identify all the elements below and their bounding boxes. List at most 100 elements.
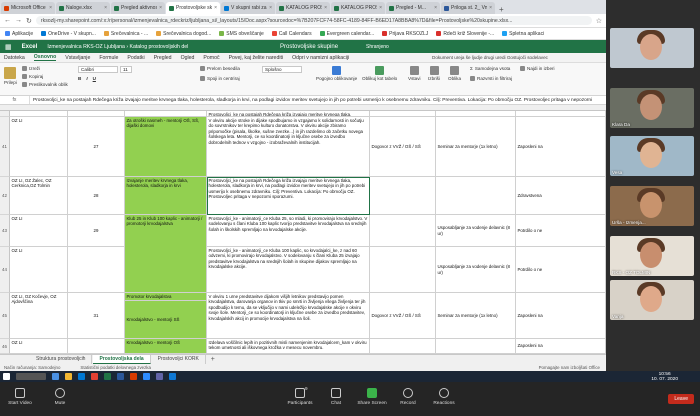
bookmark-item[interactable]: Call Calendars: [271, 31, 312, 37]
close-tab-icon[interactable]: ×: [159, 5, 162, 11]
cell-dogovor[interactable]: Dogovor z VVŽ / OŠ / SŠ: [370, 293, 436, 339]
sheet-tab[interactable]: Struktura prostovoljcih: [30, 355, 93, 364]
ribbon-tab[interactable]: Podatki: [127, 55, 144, 61]
autosum-button[interactable]: Σ Samodejna vsota: [470, 66, 510, 71]
app-launcher-icon[interactable]: ▦: [5, 43, 12, 51]
cell-seminar[interactable]: Usposabljanje za vodenje delavnic (8 ur): [436, 215, 516, 247]
format-table-button[interactable]: Oblikuj kot tabelo: [362, 66, 397, 81]
cell-num[interactable]: 29: [68, 215, 125, 247]
cell-num[interactable]: 27: [68, 117, 125, 177]
close-tab-icon[interactable]: ×: [434, 5, 437, 11]
breadcrumb[interactable]: Izmenjevalnica RKS-OZ Ljubljana › Katalo…: [47, 44, 188, 50]
reload-icon[interactable]: ↻: [26, 17, 32, 25]
sheet-tab[interactable]: Prostovoljci KORK: [152, 355, 206, 364]
cell-zaposleni[interactable]: Zdravstvena: [516, 177, 606, 215]
close-tab-icon[interactable]: ×: [214, 5, 217, 11]
cell-desc[interactable]: Prostovoljci_ke - animatorji_ce Kluba 25…: [207, 215, 370, 247]
share-screen-button[interactable]: Share Screen: [352, 388, 392, 406]
paste-button[interactable]: Prilepi: [4, 67, 17, 85]
cell-seminar[interactable]: [436, 177, 516, 215]
delete-button[interactable]: Izbriši: [428, 66, 440, 81]
row-header[interactable]: 45: [0, 293, 10, 339]
bookmark-item[interactable]: Evergreen calendar...: [319, 31, 374, 37]
row-header[interactable]: 46: [0, 339, 10, 354]
cell-title[interactable]: Krvodajalstvo - mentorji OŠ: [125, 339, 207, 354]
cell-seminar[interactable]: Seminar za mentorje (1x letno): [436, 117, 516, 177]
cell-title[interactable]: Krvodajalstvo - mentorji SŠ: [125, 301, 207, 339]
browser-tab[interactable]: KATALOG PROSTI×: [276, 2, 330, 14]
sheet-tab[interactable]: Prostovoljska dela: [93, 355, 151, 364]
back-icon[interactable]: ←: [4, 17, 11, 24]
browser-tab[interactable]: Naloge.xlsx ×: [56, 2, 110, 14]
cell-dogovor[interactable]: [370, 247, 436, 293]
cell-org[interactable]: OZ LI: [10, 215, 68, 247]
formula-input[interactable]: Prostovoljci_ke na postajah Rdečega križ…: [30, 98, 592, 103]
close-tab-icon[interactable]: ×: [49, 5, 52, 11]
file-explorer-icon[interactable]: [65, 373, 72, 380]
format-painter-button[interactable]: Preslikovalnik oblik: [22, 82, 68, 87]
excel-taskbar-icon[interactable]: [104, 373, 111, 380]
ribbon-tab[interactable]: Pomoč: [203, 55, 219, 61]
font-select[interactable]: Calibri: [78, 66, 118, 73]
cell-num[interactable]: 31: [68, 293, 125, 339]
cell-desc[interactable]: Izdelava voščilnic lepih in pozitivnih m…: [207, 339, 370, 354]
outlook-taskbar-icon[interactable]: [169, 373, 176, 380]
close-tab-icon[interactable]: ×: [379, 5, 382, 11]
cell-org[interactable]: OZ LI: [10, 247, 68, 293]
browser-tab[interactable]: Priloga st. 2_ Vme×: [441, 2, 495, 14]
system-clock[interactable]: 10:56 10. 07. 2020: [651, 372, 678, 382]
browser-tab[interactable]: Prostovoljske sku ×: [166, 2, 220, 14]
forward-icon[interactable]: →: [15, 17, 22, 24]
font-size-select[interactable]: 11: [120, 66, 132, 73]
bold-icon[interactable]: B: [78, 76, 81, 81]
cell-num[interactable]: [68, 247, 125, 293]
format-button[interactable]: Oblika: [448, 66, 461, 81]
cell-title[interactable]: Izvajanje meritev krvnega tlaka, holeste…: [125, 177, 207, 215]
cell-org[interactable]: OZ LI, OZ Kočevje, OZ Ajdovščina: [10, 293, 68, 339]
record-button[interactable]: Record: [388, 388, 428, 406]
cell-zaposleni[interactable]: Zaposleni na: [516, 339, 606, 354]
merge-center-button[interactable]: Spoji in centriraj: [200, 76, 240, 81]
feedback-link[interactable]: Pomagajte nam izboljšati Office: [539, 365, 606, 370]
spreadsheet-grid[interactable]: Prostovoljci_ke na postajah Rdečega križ…: [0, 105, 606, 354]
bookmark-item[interactable]: Srečevalnica dogod...: [156, 31, 211, 37]
participant-video[interactable]: [610, 28, 694, 68]
cell-zaposleni[interactable]: Potrdilo o ne: [516, 247, 606, 293]
task-view-icon[interactable]: [52, 373, 59, 380]
row-header[interactable]: 41: [0, 117, 10, 177]
cell-dogovor[interactable]: [370, 177, 436, 215]
ribbon-tab[interactable]: Odpri v namizni aplikaciji: [292, 55, 349, 61]
url-input[interactable]: rksozlj-my.sharepoint.com/:x:/r/personal…: [35, 16, 592, 25]
insert-button[interactable]: Vstavi: [408, 66, 421, 81]
cell-dogovor[interactable]: [370, 339, 436, 354]
cell-zaposleni[interactable]: Zaposleni na: [516, 117, 606, 177]
bookmark-item[interactable]: Rdeči križ Slovenije -...: [436, 31, 494, 37]
bookmark-item[interactable]: OneDrive - V skupn...: [41, 31, 96, 37]
ribbon-tab[interactable]: Pregled: [154, 55, 172, 61]
close-tab-icon[interactable]: ×: [104, 5, 107, 11]
new-tab-icon[interactable]: +: [499, 5, 504, 14]
participant-video[interactable]: Urša - Izmenja...: [610, 186, 694, 226]
cell-seminar[interactable]: Usposabljanje za vodenje delavnic (8 ur): [436, 247, 516, 293]
cell-num[interactable]: [68, 339, 125, 354]
cell-zaposleni[interactable]: Potrdilo o ne: [516, 215, 606, 247]
word-taskbar-icon[interactable]: [117, 373, 124, 380]
reactions-button[interactable]: Reactions: [424, 388, 464, 406]
cell-title[interactable]: Klub 25 in Klub 100 kaplic - animatorji …: [125, 215, 207, 293]
add-sheet-icon[interactable]: +: [211, 356, 215, 363]
cut-button[interactable]: Izreži: [22, 66, 40, 71]
star-icon[interactable]: ☆: [596, 17, 602, 25]
cell-org[interactable]: OZ LI: [10, 339, 68, 354]
workbook-stats[interactable]: Statistični podatki delovnega zvezka: [80, 365, 151, 370]
row-header[interactable]: 43: [0, 215, 10, 247]
ribbon-tab[interactable]: Datoteka: [4, 55, 25, 61]
conditional-format-button[interactable]: Pogojno oblikovanje: [316, 66, 357, 81]
cell-dogovor[interactable]: [370, 215, 436, 247]
ribbon-tab[interactable]: Povej, kaj želite narediti: [229, 55, 284, 61]
italic-icon[interactable]: I: [86, 76, 87, 81]
row-header[interactable]: 44: [0, 247, 10, 293]
cell-desc[interactable]: Prostovoljci_ke na postajah Rdečega križ…: [207, 177, 370, 215]
cell-desc[interactable]: V okviru akcije stroke in dijake spodbuj…: [207, 117, 370, 177]
cell-dogovor[interactable]: Dogovor z VVŽ / OŠ / SŠ: [370, 117, 436, 177]
cell-num[interactable]: 28: [68, 177, 125, 215]
